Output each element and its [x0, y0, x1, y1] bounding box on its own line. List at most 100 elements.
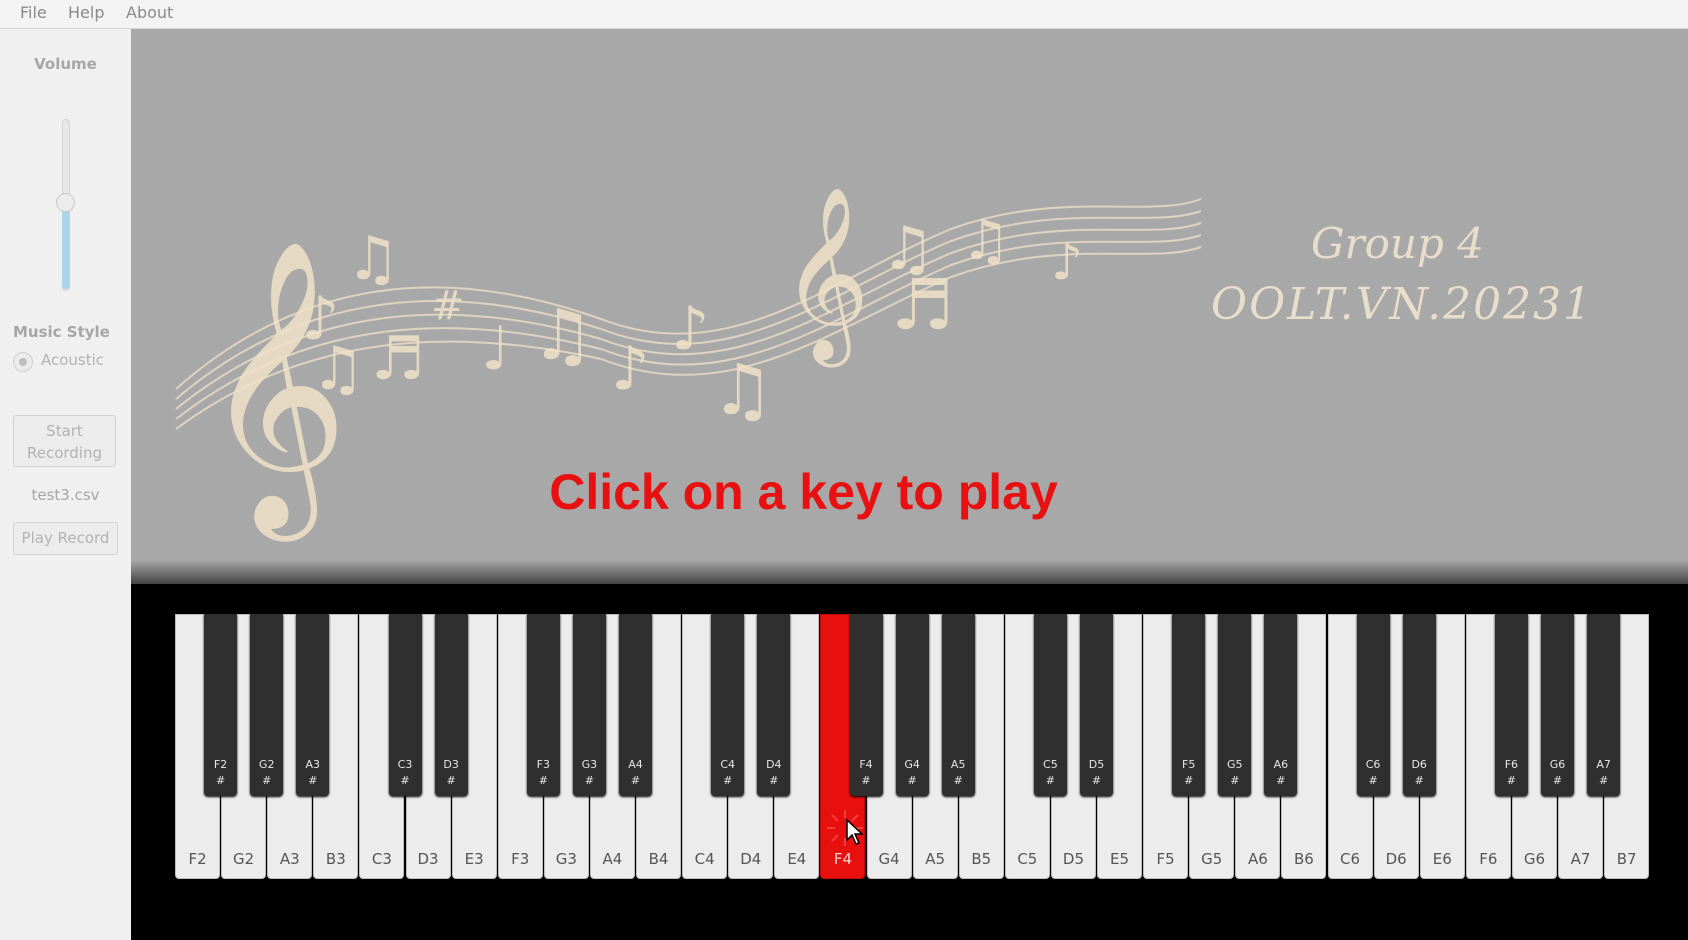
white-key-label: A4: [602, 850, 623, 868]
black-key-label: D4 #: [757, 757, 790, 789]
menu-file[interactable]: File: [20, 3, 47, 22]
sharp-sign: #: [1506, 774, 1516, 787]
acoustic-radio[interactable]: [13, 352, 33, 372]
black-key-label: A6 #: [1264, 757, 1297, 789]
play-record-button[interactable]: Play Record: [13, 522, 118, 555]
svg-text:♬: ♬: [891, 264, 954, 346]
sharp-sign: #: [953, 774, 963, 787]
white-key-label: D3: [417, 850, 439, 868]
black-key-d4-sharp[interactable]: D4 #: [757, 614, 791, 796]
black-key-note: D5: [1088, 758, 1105, 771]
black-key-label: F2 #: [204, 757, 237, 789]
black-key-g4-sharp[interactable]: G4 #: [895, 614, 929, 796]
white-key-label: F2: [188, 850, 207, 868]
black-key-note: A7: [1596, 758, 1611, 771]
black-key-f6-sharp[interactable]: F6 #: [1494, 614, 1528, 796]
black-key-g2-sharp[interactable]: G2 #: [250, 614, 284, 796]
black-key-note: A4: [628, 758, 643, 771]
sharp-sign: #: [1414, 774, 1424, 787]
svg-text:#: #: [431, 283, 465, 329]
black-key-f3-sharp[interactable]: F3 #: [526, 614, 560, 796]
black-key-g3-sharp[interactable]: G3 #: [572, 614, 606, 796]
white-key-label: B4: [648, 850, 669, 868]
black-key-c5-sharp[interactable]: C5 #: [1033, 614, 1067, 796]
sharp-sign: #: [308, 774, 318, 787]
sharp-sign: #: [215, 774, 226, 787]
black-key-label: C4 #: [711, 757, 744, 789]
black-key-note: F4: [859, 758, 873, 771]
black-key-c4-sharp[interactable]: C4 #: [711, 614, 745, 796]
svg-text:♪: ♪: [611, 334, 649, 404]
black-key-label: G4 #: [896, 757, 929, 789]
black-key-note: C6: [1365, 758, 1381, 771]
sharp-sign: #: [538, 774, 548, 787]
black-key-label: D5 #: [1080, 757, 1113, 789]
black-key-label: C5 #: [1034, 757, 1067, 789]
black-key-note: G5: [1227, 758, 1243, 771]
black-key-d5-sharp[interactable]: D5 #: [1080, 614, 1113, 796]
black-key-label: G2 #: [250, 757, 283, 789]
white-key-label: A7: [1570, 850, 1591, 868]
black-key-note: A6: [1273, 758, 1289, 771]
sharp-sign: #: [262, 774, 272, 787]
white-key-label: C5: [1017, 850, 1038, 868]
white-key-label: B5: [971, 850, 992, 868]
black-key-label: C6 #: [1357, 757, 1390, 789]
white-key-label: E4: [787, 850, 807, 868]
black-key-f5-sharp[interactable]: F5 #: [1172, 614, 1206, 796]
sharp-sign: #: [584, 774, 594, 787]
black-key-g6-sharp[interactable]: G6 #: [1541, 614, 1574, 796]
menu-help[interactable]: Help: [68, 3, 104, 22]
white-key-label: C4: [694, 850, 715, 868]
white-key-label: F3: [511, 850, 530, 868]
black-key-d3-sharp[interactable]: D3 #: [434, 614, 468, 796]
black-key-f2-sharp[interactable]: F2 #: [204, 614, 238, 796]
sharp-sign: #: [1368, 774, 1378, 787]
white-key-label: E5: [1110, 850, 1130, 868]
sharp-sign: #: [861, 774, 871, 787]
black-key-label: D3 #: [435, 757, 468, 789]
black-key-g5-sharp[interactable]: G5 #: [1218, 614, 1252, 796]
black-key-note: F5: [1182, 758, 1196, 771]
black-key-note: D4: [766, 758, 782, 771]
black-key-a7-sharp[interactable]: A7 #: [1587, 614, 1621, 796]
black-key-f4-sharp[interactable]: F4 #: [849, 614, 883, 796]
black-key-label: F3 #: [527, 757, 560, 789]
black-key-label: G6 #: [1541, 757, 1574, 789]
black-key-label: F5 #: [1172, 757, 1205, 789]
sharp-sign: #: [630, 774, 641, 787]
black-key-label: A7 #: [1587, 757, 1620, 789]
black-key-note: D6: [1411, 758, 1427, 771]
group-subtitle: OOLT.VN.20231: [1211, 279, 1594, 330]
sharp-sign: #: [769, 774, 779, 787]
black-key-label: A5 #: [942, 757, 975, 789]
black-key-d6-sharp[interactable]: D6 #: [1402, 614, 1436, 796]
black-key-note: A3: [305, 758, 321, 771]
svg-text:♪: ♪: [671, 294, 709, 364]
black-key-c3-sharp[interactable]: C3 #: [388, 614, 422, 796]
sharp-sign: #: [446, 774, 456, 787]
start-recording-button[interactable]: Start Recording: [13, 415, 116, 467]
black-key-a4-sharp[interactable]: A4 #: [619, 614, 652, 796]
black-key-note: A5: [950, 758, 966, 771]
volume-label: Volume: [34, 55, 97, 73]
volume-slider-thumb[interactable]: [56, 192, 75, 212]
white-key-label: G2: [233, 850, 255, 868]
sharp-sign: #: [907, 774, 917, 787]
black-key-c6-sharp[interactable]: C6 #: [1356, 614, 1390, 796]
black-key-a6-sharp[interactable]: A6 #: [1264, 614, 1298, 796]
black-key-label: F6 #: [1495, 757, 1528, 789]
black-key-note: F6: [1504, 758, 1519, 771]
svg-text:♬: ♬: [371, 324, 425, 394]
black-key-a5-sharp[interactable]: A5 #: [941, 614, 975, 796]
menu-about[interactable]: About: [126, 3, 173, 22]
white-key-label: B3: [325, 850, 346, 868]
black-key-a3-sharp[interactable]: A3 #: [296, 614, 330, 796]
svg-text:♫: ♫: [711, 349, 774, 431]
black-key-note: G3: [581, 758, 598, 771]
white-key-label: E3: [464, 850, 484, 868]
black-key-label: A4 #: [619, 757, 652, 789]
sharp-sign: #: [1045, 774, 1055, 787]
svg-text:♫: ♫: [961, 208, 1010, 272]
black-key-label: C3 #: [389, 757, 422, 789]
